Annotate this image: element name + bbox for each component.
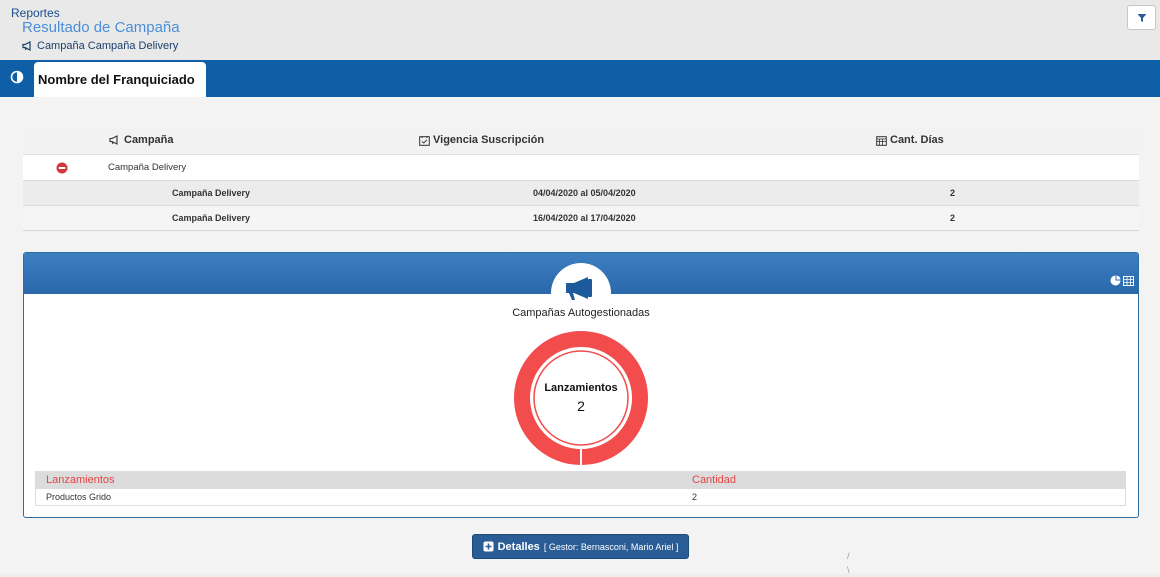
pie-chart-icon[interactable] xyxy=(1110,275,1121,286)
panel-tools xyxy=(1110,275,1134,286)
column-campaign-label: Campaña xyxy=(124,134,174,146)
legend-row: Productos Grido 2 xyxy=(36,489,1125,505)
legend-row-qty: 2 xyxy=(692,492,698,502)
table-header: Campaña Vigencia Suscripción Cant. Días xyxy=(23,127,1139,155)
group-campaign-name: Campaña Delivery xyxy=(108,162,187,173)
row-campaign: Campaña Delivery xyxy=(172,188,251,198)
megaphone-icon xyxy=(109,135,118,145)
legend-header: Lanzamientos Cantidad xyxy=(36,472,1125,489)
table-group-row: Campaña Delivery xyxy=(23,155,1139,181)
row-period: 04/04/2020 al 05/04/2020 xyxy=(533,188,636,198)
chart-title: Campañas Autogestionadas xyxy=(512,307,650,319)
collapse-icon[interactable] xyxy=(56,162,68,174)
plus-square-icon xyxy=(483,541,494,552)
tab-franchisee[interactable]: Nombre del Franquiciado xyxy=(34,62,206,97)
breadcrumb-subtitle: Campaña Campaña Delivery xyxy=(22,40,178,52)
legend-header-qty: Cantidad xyxy=(692,474,737,486)
details-button-gestor: [ Gestor: Bernasconi, Mario Ariel ] xyxy=(543,541,679,552)
table-row: Campaña Delivery 04/04/2020 al 05/04/202… xyxy=(23,181,1139,206)
row-period: 16/04/2020 al 17/04/2020 xyxy=(533,213,636,223)
filter-button[interactable] xyxy=(1127,5,1156,30)
column-days-label: Cant. Días xyxy=(890,134,944,146)
campaign-table: Campaña Vigencia Suscripción Cant. Días xyxy=(23,127,1139,231)
row-campaign: Campaña Delivery xyxy=(172,213,251,223)
table-row: Campaña Delivery 16/04/2020 al 17/04/202… xyxy=(23,206,1139,231)
campaign-subtitle: Campaña Campaña Delivery xyxy=(37,40,179,52)
decorative-mark: / \ xyxy=(847,551,850,575)
details-button-label: Detalles xyxy=(497,540,540,553)
details-button[interactable]: Detalles [ Gestor: Bernasconi, Mario Ari… xyxy=(472,534,689,559)
column-period-label: Vigencia Suscripción xyxy=(433,134,545,146)
legend-row-name: Productos Grido xyxy=(46,492,112,502)
page-title: Resultado de Campaña xyxy=(22,19,180,36)
column-days: Cant. Días xyxy=(876,134,944,146)
column-period: Vigencia Suscripción xyxy=(419,134,544,146)
donut-center-label: Lanzamientos xyxy=(544,382,618,394)
legend-header-name: Lanzamientos xyxy=(46,474,115,486)
tab-bar: Nombre del Franquiciado xyxy=(0,60,1160,97)
column-campaign: Campaña xyxy=(109,134,174,146)
breadcrumb-root[interactable]: Reportes xyxy=(11,6,60,20)
legend-table: Lanzamientos Cantidad Productos Grido 2 xyxy=(35,471,1126,506)
page-header: Reportes Resultado de Campaña Campaña Ca… xyxy=(0,0,1160,60)
campaign-chart-panel: Campañas Autogestionadas Lanzamientos 2 … xyxy=(23,252,1139,518)
content-area: Campaña Vigencia Suscripción Cant. Días xyxy=(0,97,1160,575)
megaphone-icon xyxy=(566,277,592,300)
filter-icon xyxy=(1137,13,1146,22)
calendar-icon xyxy=(876,135,887,146)
megaphone-icon xyxy=(22,41,31,51)
contrast-icon[interactable] xyxy=(10,70,24,84)
calendar-check-icon xyxy=(419,135,430,146)
row-days: 2 xyxy=(950,188,956,198)
donut-center-value: 2 xyxy=(577,398,585,414)
row-days: 2 xyxy=(950,213,956,223)
table-view-icon[interactable] xyxy=(1123,275,1134,286)
